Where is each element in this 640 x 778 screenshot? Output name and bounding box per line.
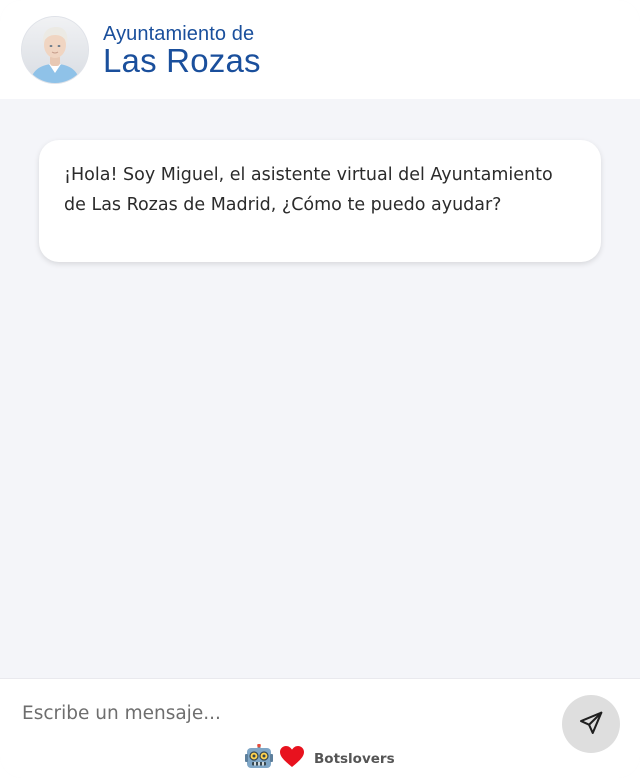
botslovers-link[interactable]: Botslovers <box>314 751 395 767</box>
message-area: ¡Hola! Soy Miguel, el asistente virtual … <box>0 99 640 678</box>
brand-logo: Ayuntamiento de Las Rozas <box>103 22 261 77</box>
assistant-avatar <box>22 17 88 83</box>
send-button[interactable] <box>562 695 620 753</box>
robot-icon <box>245 743 273 775</box>
message-input[interactable] <box>22 695 522 731</box>
powered-by-footer: Botslovers <box>245 743 395 775</box>
message-composer: Botslovers <box>0 678 640 778</box>
send-icon <box>578 710 604 739</box>
chat-widget: Ayuntamiento de Las Rozas ¡Hola! Soy Mig… <box>0 0 640 778</box>
heart-icon <box>279 745 305 774</box>
bot-message-bubble: ¡Hola! Soy Miguel, el asistente virtual … <box>39 140 601 262</box>
brand-title-line2: Las Rozas <box>103 42 261 79</box>
chat-header: Ayuntamiento de Las Rozas <box>0 0 640 99</box>
